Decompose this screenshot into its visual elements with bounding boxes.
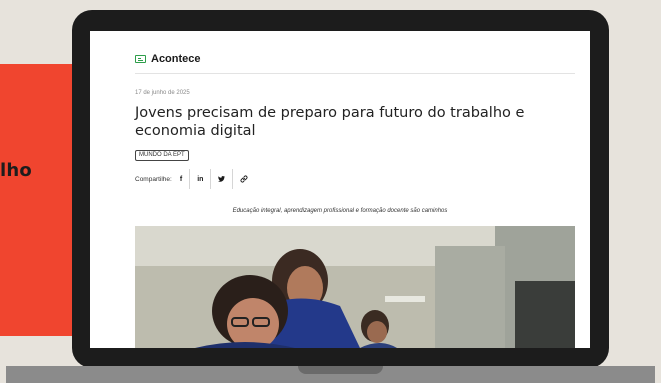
linkedin-icon[interactable]: in [189, 169, 210, 189]
laptop-screen: Acontece 17 de junho de 2025 Jovens prec… [90, 31, 590, 348]
share-row: Compartilhe: f in [135, 169, 255, 189]
twitter-icon[interactable] [210, 169, 232, 189]
article-date: 17 de junho de 2025 [135, 90, 190, 96]
article-photo[interactable] [135, 226, 575, 348]
newspaper-icon [135, 55, 146, 63]
category-tag[interactable]: MUNDO DA EPT [135, 150, 189, 161]
laptop-notch [298, 366, 383, 374]
image-caption: Educação integral, aprendizagem profissi… [232, 208, 448, 214]
section-header: Acontece [135, 53, 575, 74]
link-icon[interactable] [232, 169, 255, 189]
share-label: Compartilhe: [135, 175, 172, 183]
side-panel-text: lho [0, 160, 32, 181]
facebook-icon[interactable]: f [178, 169, 189, 189]
section-title[interactable]: Acontece [151, 53, 201, 65]
article-title: Jovens precisam de preparo para futuro d… [135, 105, 525, 139]
side-red-panel [0, 64, 72, 336]
